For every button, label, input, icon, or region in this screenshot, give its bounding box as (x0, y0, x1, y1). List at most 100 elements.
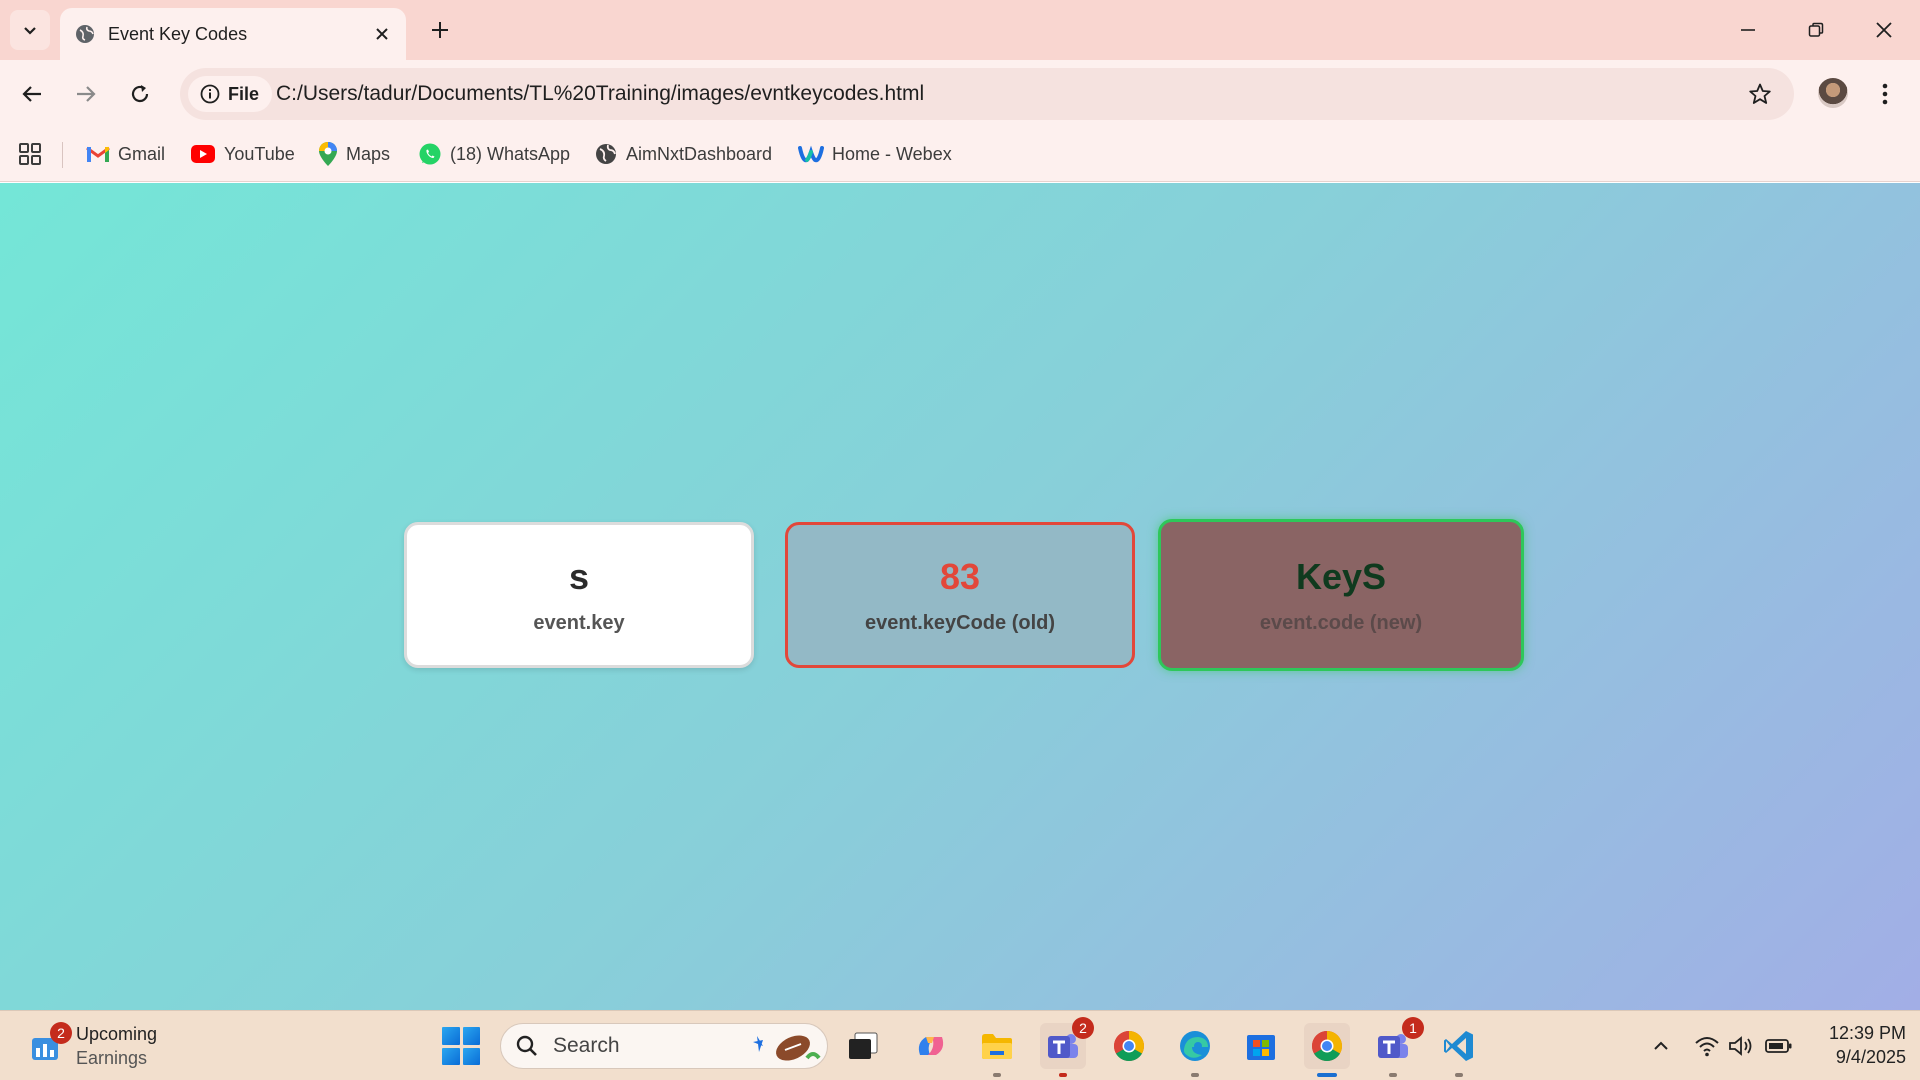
taskbar-search[interactable]: Search (500, 1023, 828, 1069)
task-view-button[interactable] (840, 1023, 886, 1069)
close-icon (1876, 22, 1892, 38)
volume-icon (1729, 1036, 1752, 1056)
close-tab-button[interactable] (370, 22, 394, 46)
arrow-right-icon (77, 86, 96, 102)
address-bar[interactable]: File C:/Users/tadur/Documents/TL%20Train… (180, 68, 1794, 120)
event-key-value: s (568, 555, 590, 597)
bookmarks-bar: Gmail YouTube Maps (18) WhatsApp AimNxtD… (0, 128, 1920, 182)
bookmark-home-webex[interactable]: Home - Webex (798, 138, 952, 170)
running-indicator (1059, 1073, 1067, 1077)
site-info-button[interactable]: File (188, 76, 272, 112)
globe-icon (76, 25, 94, 43)
clock-time: 12:39 PM (1828, 1023, 1906, 1043)
teams-work-button[interactable]: 1 (1370, 1017, 1424, 1077)
notification-badge: 1 (1402, 1017, 1424, 1039)
bookmark-youtube[interactable]: YouTube (190, 138, 295, 170)
widgets-button[interactable]: 2 Upcoming Earnings (28, 1021, 157, 1071)
show-hidden-icons-button[interactable] (1646, 1031, 1676, 1061)
bookmark-aimnxtdashboard[interactable]: AimNxtDashboard (594, 138, 772, 170)
notification-badge: 2 (50, 1022, 72, 1044)
bookmark-whatsapp[interactable]: (18) WhatsApp (418, 138, 570, 170)
back-button[interactable] (14, 76, 50, 112)
vscode-icon (1444, 1031, 1473, 1061)
notification-badge: 2 (1072, 1017, 1094, 1039)
bookmark-gmail[interactable]: Gmail (86, 138, 165, 170)
browser-toolbar: File C:/Users/tadur/Documents/TL%20Train… (0, 60, 1920, 128)
store-icon (1247, 1035, 1275, 1060)
stocks-icon: 2 (28, 1022, 72, 1064)
running-indicator (993, 1073, 1001, 1077)
url-text[interactable]: C:/Users/tadur/Documents/TL%20Training/i… (276, 82, 924, 106)
volume-button[interactable] (1726, 1031, 1756, 1061)
bookmarks-divider (62, 142, 63, 168)
folder-icon (982, 1034, 1012, 1059)
event-code-card: KeyS event.code (new) (1158, 519, 1524, 671)
chrome-profile-button[interactable] (1106, 1023, 1152, 1069)
star-icon (1749, 83, 1771, 104)
profile-avatar[interactable] (1818, 78, 1848, 108)
site-info-label: File (228, 83, 260, 104)
webex-icon (798, 145, 824, 163)
widget-subtitle: Earnings (76, 1048, 148, 1068)
close-icon (376, 28, 388, 40)
battery-button[interactable] (1764, 1031, 1794, 1061)
taskbar: 2 Upcoming Earnings Search 2 1 12:39 PM … (0, 1010, 1920, 1080)
search-icon (516, 1035, 537, 1056)
edge-icon (1180, 1031, 1210, 1061)
maps-icon (319, 142, 337, 166)
globe-icon (596, 144, 616, 164)
browser-menu-button[interactable] (1870, 76, 1900, 112)
running-indicator (1389, 1073, 1397, 1077)
event-code-label: event.code (new) (1259, 611, 1423, 634)
search-label: Search (553, 1034, 620, 1057)
tab-title: Event Key Codes (108, 23, 248, 44)
minimize-button[interactable] (1720, 10, 1776, 50)
chevron-down-icon (24, 27, 36, 35)
gmail-icon (86, 146, 110, 162)
windows-logo-icon (442, 1027, 460, 1045)
start-button[interactable] (442, 1027, 480, 1065)
network-button[interactable] (1692, 1031, 1722, 1061)
restore-button[interactable] (1788, 10, 1844, 50)
store-button[interactable] (1238, 1023, 1284, 1069)
bookmark-label: AimNxtDashboard (626, 143, 773, 164)
running-indicator (1455, 1073, 1463, 1077)
tab-search-button[interactable] (10, 10, 50, 50)
copilot-icon (918, 1037, 944, 1055)
chrome-active-button[interactable] (1304, 1023, 1350, 1077)
system-clock[interactable]: 12:39 PM 9/4/2025 (1806, 1021, 1906, 1069)
bookmark-label: Home - Webex (832, 143, 952, 164)
event-keycode-label: event.keyCode (old) (864, 611, 1056, 634)
restore-icon (1808, 22, 1824, 37)
event-key-card: s event.key (404, 522, 754, 668)
file-explorer-button[interactable] (974, 1023, 1020, 1077)
teams-button[interactable]: 2 (1040, 1017, 1094, 1077)
plus-icon (432, 22, 448, 38)
bookmark-label: YouTube (224, 143, 295, 164)
tab-event-key-codes[interactable]: Event Key Codes (60, 8, 406, 60)
reload-button[interactable] (122, 76, 158, 112)
reload-icon (131, 85, 149, 103)
bookmark-label: Gmail (118, 143, 166, 164)
widget-title: Upcoming (76, 1024, 158, 1044)
bookmark-star-button[interactable] (1746, 80, 1774, 108)
bookmark-maps[interactable]: Maps (318, 138, 390, 170)
chevron-up-icon (1654, 1041, 1668, 1050)
more-vertical-icon (1882, 83, 1888, 105)
event-code-value: KeyS (1295, 555, 1387, 597)
page-content: s event.key 83 event.keyCode (old) KeyS … (0, 183, 1920, 1010)
edge-button[interactable] (1172, 1023, 1218, 1077)
chrome-icon (1311, 1031, 1343, 1062)
new-tab-button[interactable] (424, 14, 456, 46)
forward-button[interactable] (68, 76, 104, 112)
youtube-icon (191, 145, 215, 163)
apps-grid-icon (19, 143, 41, 165)
vscode-button[interactable] (1436, 1023, 1482, 1077)
apps-button[interactable] (16, 140, 44, 168)
minimize-icon (1741, 29, 1755, 31)
close-window-button[interactable] (1856, 10, 1912, 50)
info-icon (200, 84, 220, 104)
clock-date: 9/4/2025 (1835, 1047, 1906, 1067)
title-bar: Event Key Codes (0, 0, 1920, 60)
copilot-button[interactable] (908, 1023, 954, 1069)
